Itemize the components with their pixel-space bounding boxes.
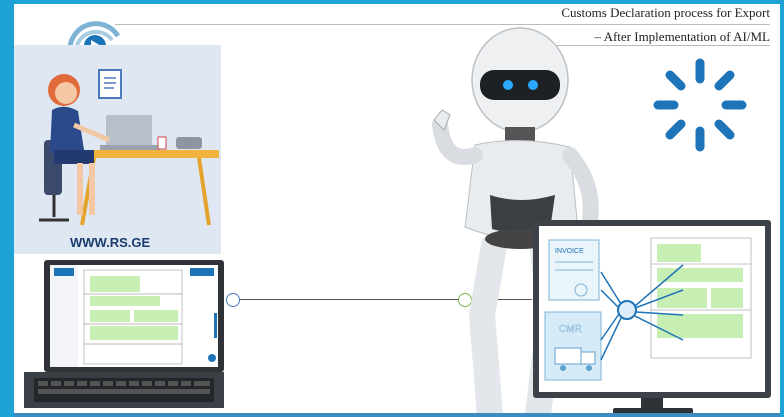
top-border bbox=[0, 0, 784, 4]
cmr-label: CMR bbox=[559, 324, 582, 335]
slide-frame: Customs Declaration process for Export –… bbox=[0, 0, 784, 417]
connector-node-left bbox=[226, 293, 240, 307]
laptop-icon bbox=[24, 260, 224, 408]
monitor-icon: INVOICE CMR bbox=[533, 220, 771, 416]
invoice-label: INVOICE bbox=[555, 248, 584, 255]
loading-spinner-icon bbox=[653, 58, 747, 152]
bottom-border bbox=[14, 413, 780, 417]
slide-title-line-2: – After Implementation of AI/ML bbox=[594, 29, 770, 44]
website-label[interactable]: WWW.RS.GE bbox=[70, 235, 150, 250]
office-worker-icon bbox=[39, 69, 219, 226]
